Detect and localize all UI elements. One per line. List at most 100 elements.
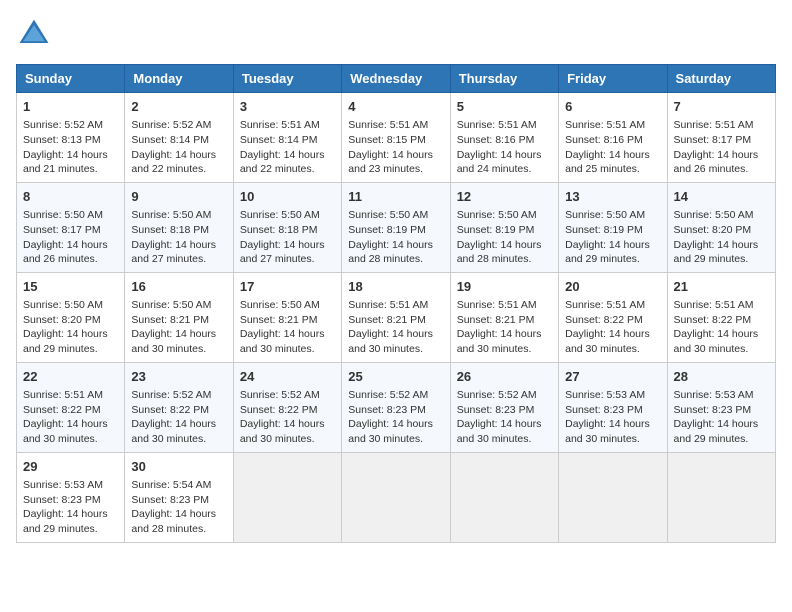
table-row: 28 Sunrise: 5:53 AMSunset: 8:23 PMDayligh…	[667, 362, 775, 452]
day-number: 17	[240, 278, 335, 296]
day-info: Sunrise: 5:53 AMSunset: 8:23 PMDaylight:…	[23, 478, 118, 537]
header-monday: Monday	[125, 65, 233, 93]
calendar-week-row: 15 Sunrise: 5:50 AMSunset: 8:20 PMDayligh…	[17, 272, 776, 362]
day-info: Sunrise: 5:53 AMSunset: 8:23 PMDaylight:…	[565, 388, 660, 447]
table-row: 1 Sunrise: 5:52 AMSunset: 8:13 PMDaylight…	[17, 93, 125, 183]
calendar-week-row: 29Sunrise: 5:53 AMSunset: 8:23 PMDayligh…	[17, 452, 776, 542]
day-info: Sunrise: 5:50 AMSunset: 8:18 PMDaylight:…	[131, 208, 226, 267]
table-row	[667, 452, 775, 542]
header-wednesday: Wednesday	[342, 65, 450, 93]
header-friday: Friday	[559, 65, 667, 93]
day-info: Sunrise: 5:50 AMSunset: 8:19 PMDaylight:…	[457, 208, 552, 267]
header-tuesday: Tuesday	[233, 65, 341, 93]
calendar-week-row: 1 Sunrise: 5:52 AMSunset: 8:13 PMDaylight…	[17, 93, 776, 183]
table-row	[450, 452, 558, 542]
table-row: 27 Sunrise: 5:53 AMSunset: 8:23 PMDayligh…	[559, 362, 667, 452]
day-number: 2	[131, 98, 226, 116]
day-info: Sunrise: 5:54 AMSunset: 8:23 PMDaylight:…	[131, 478, 226, 537]
header-thursday: Thursday	[450, 65, 558, 93]
day-number: 5	[457, 98, 552, 116]
day-info: Sunrise: 5:52 AMSunset: 8:23 PMDaylight:…	[348, 388, 443, 447]
table-row: 22 Sunrise: 5:51 AMSunset: 8:22 PMDayligh…	[17, 362, 125, 452]
table-row: 30 Sunrise: 5:54 AMSunset: 8:23 PMDayligh…	[125, 452, 233, 542]
calendar-body: 1 Sunrise: 5:52 AMSunset: 8:13 PMDaylight…	[17, 93, 776, 543]
day-number: 18	[348, 278, 443, 296]
day-number: 7	[674, 98, 769, 116]
day-info: Sunrise: 5:52 AMSunset: 8:13 PMDaylight:…	[23, 118, 118, 177]
day-number: 24	[240, 368, 335, 386]
calendar-week-row: 22 Sunrise: 5:51 AMSunset: 8:22 PMDayligh…	[17, 362, 776, 452]
day-number: 1	[23, 98, 118, 116]
table-row: 23 Sunrise: 5:52 AMSunset: 8:22 PMDayligh…	[125, 362, 233, 452]
day-info: Sunrise: 5:51 AMSunset: 8:22 PMDaylight:…	[23, 388, 118, 447]
day-info: Sunrise: 5:51 AMSunset: 8:17 PMDaylight:…	[674, 118, 769, 177]
day-number: 8	[23, 188, 118, 206]
table-row	[559, 452, 667, 542]
page-header	[16, 16, 776, 52]
day-info: Sunrise: 5:51 AMSunset: 8:16 PMDaylight:…	[457, 118, 552, 177]
calendar-header: Sunday Monday Tuesday Wednesday Thursday…	[17, 65, 776, 93]
day-number: 27	[565, 368, 660, 386]
day-number: 20	[565, 278, 660, 296]
day-number: 14	[674, 188, 769, 206]
day-number: 21	[674, 278, 769, 296]
day-info: Sunrise: 5:51 AMSunset: 8:22 PMDaylight:…	[674, 298, 769, 357]
day-info: Sunrise: 5:52 AMSunset: 8:14 PMDaylight:…	[131, 118, 226, 177]
day-number: 10	[240, 188, 335, 206]
day-number: 11	[348, 188, 443, 206]
table-row: 17 Sunrise: 5:50 AMSunset: 8:21 PMDayligh…	[233, 272, 341, 362]
table-row: 29Sunrise: 5:53 AMSunset: 8:23 PMDayligh…	[17, 452, 125, 542]
table-row: 11 Sunrise: 5:50 AMSunset: 8:19 PMDayligh…	[342, 182, 450, 272]
day-info: Sunrise: 5:51 AMSunset: 8:15 PMDaylight:…	[348, 118, 443, 177]
table-row: 6Sunrise: 5:51 AMSunset: 8:16 PMDaylight…	[559, 93, 667, 183]
table-row	[342, 452, 450, 542]
day-info: Sunrise: 5:52 AMSunset: 8:22 PMDaylight:…	[131, 388, 226, 447]
day-number: 28	[674, 368, 769, 386]
day-number: 13	[565, 188, 660, 206]
table-row: 26Sunrise: 5:52 AMSunset: 8:23 PMDayligh…	[450, 362, 558, 452]
logo	[16, 16, 56, 52]
day-number: 15	[23, 278, 118, 296]
day-info: Sunrise: 5:50 AMSunset: 8:20 PMDaylight:…	[23, 298, 118, 357]
day-info: Sunrise: 5:50 AMSunset: 8:17 PMDaylight:…	[23, 208, 118, 267]
day-info: Sunrise: 5:52 AMSunset: 8:23 PMDaylight:…	[457, 388, 552, 447]
day-number: 19	[457, 278, 552, 296]
table-row: 4 Sunrise: 5:51 AMSunset: 8:15 PMDaylight…	[342, 93, 450, 183]
table-row: 25 Sunrise: 5:52 AMSunset: 8:23 PMDayligh…	[342, 362, 450, 452]
table-row: 13 Sunrise: 5:50 AMSunset: 8:19 PMDayligh…	[559, 182, 667, 272]
table-row: 2 Sunrise: 5:52 AMSunset: 8:14 PMDaylight…	[125, 93, 233, 183]
day-info: Sunrise: 5:52 AMSunset: 8:22 PMDaylight:…	[240, 388, 335, 447]
day-info: Sunrise: 5:51 AMSunset: 8:14 PMDaylight:…	[240, 118, 335, 177]
day-number: 23	[131, 368, 226, 386]
header-sunday: Sunday	[17, 65, 125, 93]
table-row: 8 Sunrise: 5:50 AMSunset: 8:17 PMDaylight…	[17, 182, 125, 272]
table-row: 3 Sunrise: 5:51 AMSunset: 8:14 PMDaylight…	[233, 93, 341, 183]
table-row: 15 Sunrise: 5:50 AMSunset: 8:20 PMDayligh…	[17, 272, 125, 362]
day-info: Sunrise: 5:50 AMSunset: 8:19 PMDaylight:…	[348, 208, 443, 267]
logo-icon	[16, 16, 52, 52]
table-row: 21 Sunrise: 5:51 AMSunset: 8:22 PMDayligh…	[667, 272, 775, 362]
day-number: 30	[131, 458, 226, 476]
day-number: 3	[240, 98, 335, 116]
table-row: 5 Sunrise: 5:51 AMSunset: 8:16 PMDaylight…	[450, 93, 558, 183]
day-number: 22	[23, 368, 118, 386]
day-info: Sunrise: 5:50 AMSunset: 8:21 PMDaylight:…	[240, 298, 335, 357]
day-info: Sunrise: 5:51 AMSunset: 8:16 PMDaylight:…	[565, 118, 660, 177]
day-info: Sunrise: 5:50 AMSunset: 8:18 PMDaylight:…	[240, 208, 335, 267]
table-row	[233, 452, 341, 542]
day-number: 25	[348, 368, 443, 386]
table-row: 18Sunrise: 5:51 AMSunset: 8:21 PMDayligh…	[342, 272, 450, 362]
table-row: 16Sunrise: 5:50 AMSunset: 8:21 PMDayligh…	[125, 272, 233, 362]
calendar-table: Sunday Monday Tuesday Wednesday Thursday…	[16, 64, 776, 543]
day-number: 4	[348, 98, 443, 116]
table-row: 10 Sunrise: 5:50 AMSunset: 8:18 PMDayligh…	[233, 182, 341, 272]
day-info: Sunrise: 5:53 AMSunset: 8:23 PMDaylight:…	[674, 388, 769, 447]
day-info: Sunrise: 5:51 AMSunset: 8:22 PMDaylight:…	[565, 298, 660, 357]
day-info: Sunrise: 5:51 AMSunset: 8:21 PMDaylight:…	[457, 298, 552, 357]
table-row: 14Sunrise: 5:50 AMSunset: 8:20 PMDayligh…	[667, 182, 775, 272]
table-row: 19 Sunrise: 5:51 AMSunset: 8:21 PMDayligh…	[450, 272, 558, 362]
day-info: Sunrise: 5:50 AMSunset: 8:19 PMDaylight:…	[565, 208, 660, 267]
day-info: Sunrise: 5:50 AMSunset: 8:21 PMDaylight:…	[131, 298, 226, 357]
weekday-header-row: Sunday Monday Tuesday Wednesday Thursday…	[17, 65, 776, 93]
header-saturday: Saturday	[667, 65, 775, 93]
